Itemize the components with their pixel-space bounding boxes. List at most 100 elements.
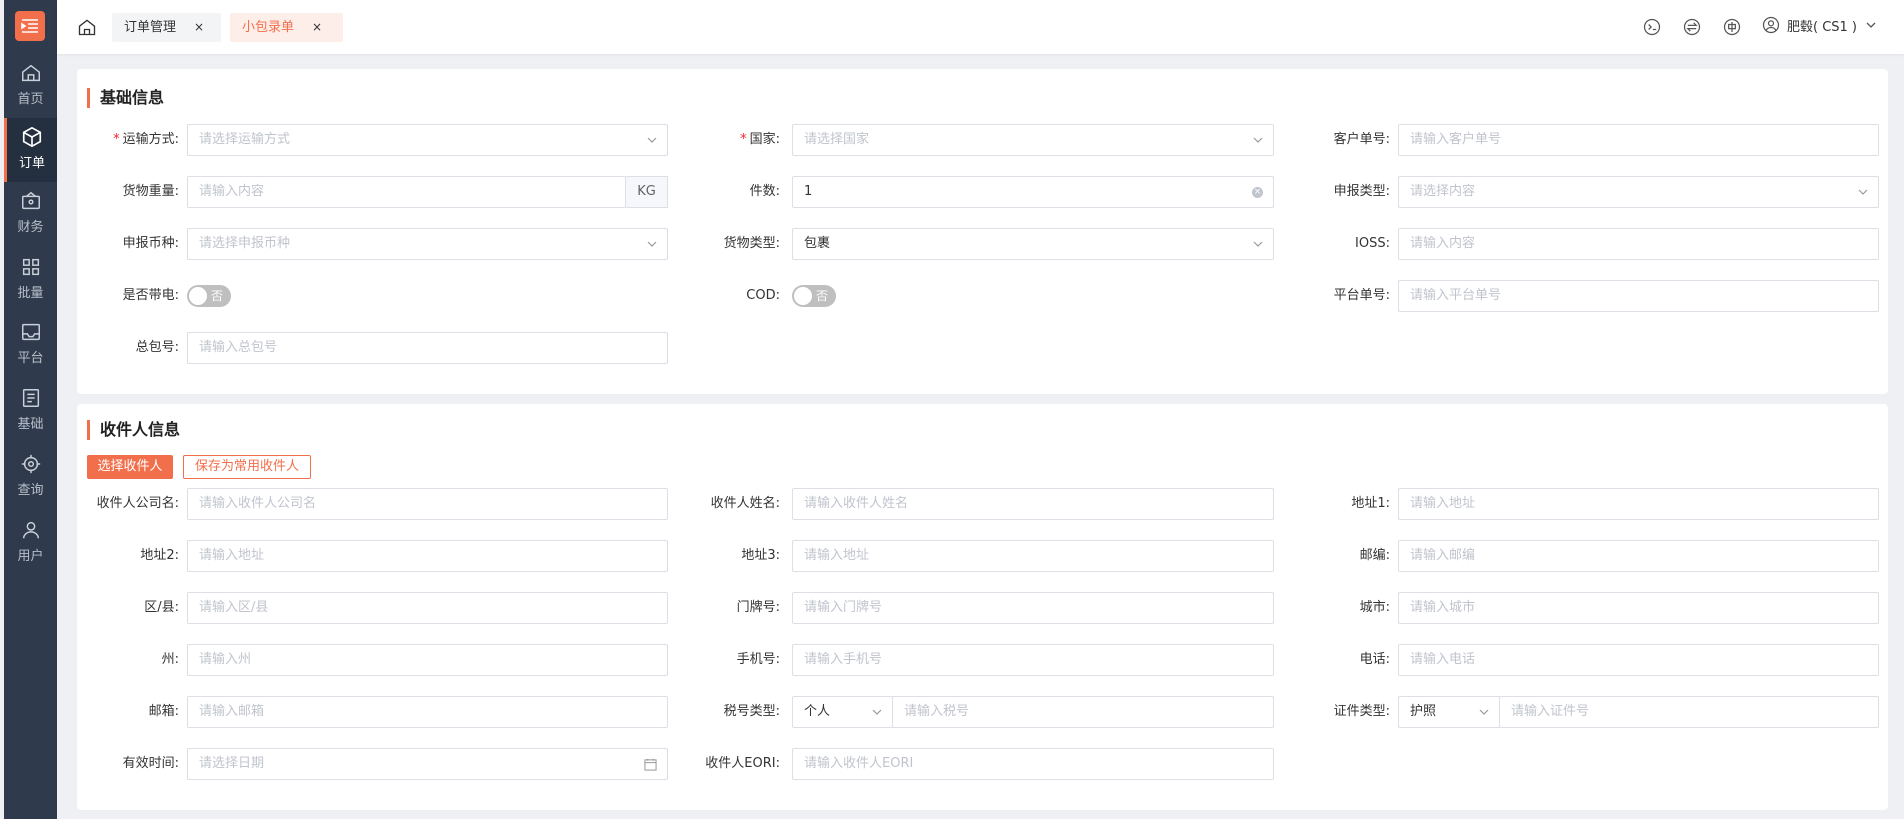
address3-input[interactable]: 请输入地址 xyxy=(792,540,1274,572)
chevron-down-icon xyxy=(1858,189,1868,195)
eori-input[interactable]: 请输入收件人EORI xyxy=(792,748,1274,780)
home-icon[interactable] xyxy=(77,17,97,37)
address2-input[interactable]: 请输入地址 xyxy=(187,540,668,572)
switch-icon[interactable] xyxy=(1682,17,1702,37)
currency-select[interactable]: 请选择申报币种 xyxy=(187,228,668,260)
sidebar-item-user[interactable]: 用户 xyxy=(4,511,57,575)
sidebar-item-query[interactable]: 查询 xyxy=(4,445,57,509)
sidebar-item-label: 首页 xyxy=(17,92,44,107)
chevron-down-icon xyxy=(1479,709,1489,715)
box-icon xyxy=(22,126,42,148)
state-label: 州: xyxy=(161,652,179,667)
address2-label: 地址2: xyxy=(140,548,179,563)
cod-toggle[interactable]: 否 xyxy=(792,285,836,307)
wallet-icon xyxy=(21,191,40,210)
target-icon xyxy=(21,454,40,474)
battery-toggle[interactable]: 否 xyxy=(187,285,231,307)
weight-unit: KG xyxy=(626,176,668,208)
language-icon[interactable] xyxy=(1722,17,1742,37)
home-icon xyxy=(21,64,40,82)
id-type-select[interactable]: 护照 xyxy=(1398,696,1500,728)
clear-icon[interactable]: × xyxy=(1252,187,1263,198)
sidebar-item-label: 用户 xyxy=(17,549,44,564)
cod-label: COD: xyxy=(746,288,780,303)
section-title: 收件人信息 xyxy=(87,420,180,440)
tab-label: 订单管理 xyxy=(124,20,177,35)
phone-input[interactable]: 请输入电话 xyxy=(1398,644,1879,676)
address3-label: 地址3: xyxy=(741,548,780,563)
recipient-name-label: 收件人姓名: xyxy=(710,496,780,511)
toggle-label: 否 xyxy=(815,289,828,303)
save-recipient-button[interactable]: 保存为常用收件人 xyxy=(183,455,311,479)
pieces-input[interactable]: 1 × xyxy=(792,176,1274,208)
master-no-input[interactable]: 请输入总包号 xyxy=(187,332,668,364)
goods-type-label: 货物类型: xyxy=(723,236,780,251)
id-type-label: 证件类型: xyxy=(1333,704,1390,719)
recipient-name-input[interactable]: 请输入收件人姓名 xyxy=(792,488,1274,520)
tab-order-management[interactable]: 订单管理 × xyxy=(112,13,221,42)
toggle-knob xyxy=(794,287,812,305)
sidebar-item-platform[interactable]: 平台 xyxy=(4,313,57,377)
email-input[interactable]: 请输入邮箱 xyxy=(187,696,668,728)
ioss-input[interactable]: 请输入内容 xyxy=(1398,228,1879,260)
tab-parcel-entry[interactable]: 小包录单 × xyxy=(230,13,343,42)
country-select[interactable]: 请选择国家 xyxy=(792,124,1274,156)
sidebar-item-batch[interactable]: 批量 xyxy=(4,248,57,312)
sidebar-item-label: 批量 xyxy=(17,286,44,301)
pieces-label: 件数: xyxy=(749,184,780,199)
select-recipient-button[interactable]: 选择收件人 xyxy=(87,455,173,479)
state-input[interactable]: 请输入州 xyxy=(187,644,668,676)
recipient-info-card: 收件人信息 选择收件人 保存为常用收件人 收件人公司名: 请输入收件人公司名 收… xyxy=(77,404,1888,810)
sidebar-item-label: 查询 xyxy=(17,483,44,498)
goods-type-select[interactable]: 包裹 xyxy=(792,228,1274,260)
valid-date-label: 有效时间: xyxy=(122,756,179,771)
country-label: * 国家: xyxy=(740,132,780,147)
chevron-down-icon xyxy=(872,709,882,715)
platform-no-input[interactable]: 请输入平台单号 xyxy=(1398,280,1879,312)
district-input[interactable]: 请输入区/县 xyxy=(187,592,668,624)
customer-no-label: 客户单号: xyxy=(1333,132,1390,147)
user-menu[interactable]: 肥毂( CS1 ) xyxy=(1761,15,1877,35)
city-input[interactable]: 请输入城市 xyxy=(1398,592,1879,624)
transport-select[interactable]: 请选择运输方式 xyxy=(187,124,668,156)
transport-label: * 运输方式: xyxy=(113,132,179,147)
tab-close-icon[interactable]: × xyxy=(194,20,204,34)
city-label: 城市: xyxy=(1359,600,1390,615)
sidebar-item-orders[interactable]: 订单 xyxy=(4,118,57,182)
terminal-icon[interactable] xyxy=(1642,17,1662,37)
tax-type-select[interactable]: 个人 xyxy=(792,696,893,728)
address1-input[interactable]: 请输入地址 xyxy=(1398,488,1879,520)
weight-input[interactable]: 请输入内容 xyxy=(187,176,626,208)
toggle-knob xyxy=(189,287,207,305)
toggle-label: 否 xyxy=(210,289,223,303)
phone-label: 电话: xyxy=(1359,652,1390,667)
zip-input[interactable]: 请输入邮编 xyxy=(1398,540,1879,572)
declare-type-select[interactable]: 请选择内容 xyxy=(1398,176,1879,208)
mobile-input[interactable]: 请输入手机号 xyxy=(792,644,1274,676)
sidebar-item-label: 财务 xyxy=(17,220,44,235)
company-label: 收件人公司名: xyxy=(96,496,179,511)
master-no-label: 总包号: xyxy=(135,340,179,355)
chevron-down-icon xyxy=(647,137,657,143)
tab-close-icon[interactable]: × xyxy=(312,20,322,34)
user-icon xyxy=(22,521,39,539)
sidebar-item-finance[interactable]: 财务 xyxy=(4,182,57,246)
ioss-label: IOSS: xyxy=(1355,236,1390,251)
valid-date-picker[interactable]: 请选择日期 xyxy=(187,748,668,780)
company-input[interactable]: 请输入收件人公司名 xyxy=(187,488,668,520)
currency-label: 申报币种: xyxy=(122,236,179,251)
door-input[interactable]: 请输入门牌号 xyxy=(792,592,1274,624)
weight-label: 货物重量: xyxy=(122,184,179,199)
menu-toggle-icon[interactable] xyxy=(15,11,45,41)
id-no-input[interactable]: 请输入证件号 xyxy=(1499,696,1879,728)
tax-no-input[interactable]: 请输入税号 xyxy=(892,696,1274,728)
avatar-icon xyxy=(1762,16,1780,34)
customer-no-input[interactable]: 请输入客户单号 xyxy=(1398,124,1879,156)
sidebar-item-basic[interactable]: 基础 xyxy=(4,379,57,443)
district-label: 区/县: xyxy=(144,600,179,615)
sidebar-item-label: 订单 xyxy=(18,156,45,171)
sidebar-item-home[interactable]: 首页 xyxy=(4,54,57,118)
zip-label: 邮编: xyxy=(1359,548,1390,563)
chevron-down-icon xyxy=(1253,137,1263,143)
platform-no-label: 平台单号: xyxy=(1333,288,1390,303)
